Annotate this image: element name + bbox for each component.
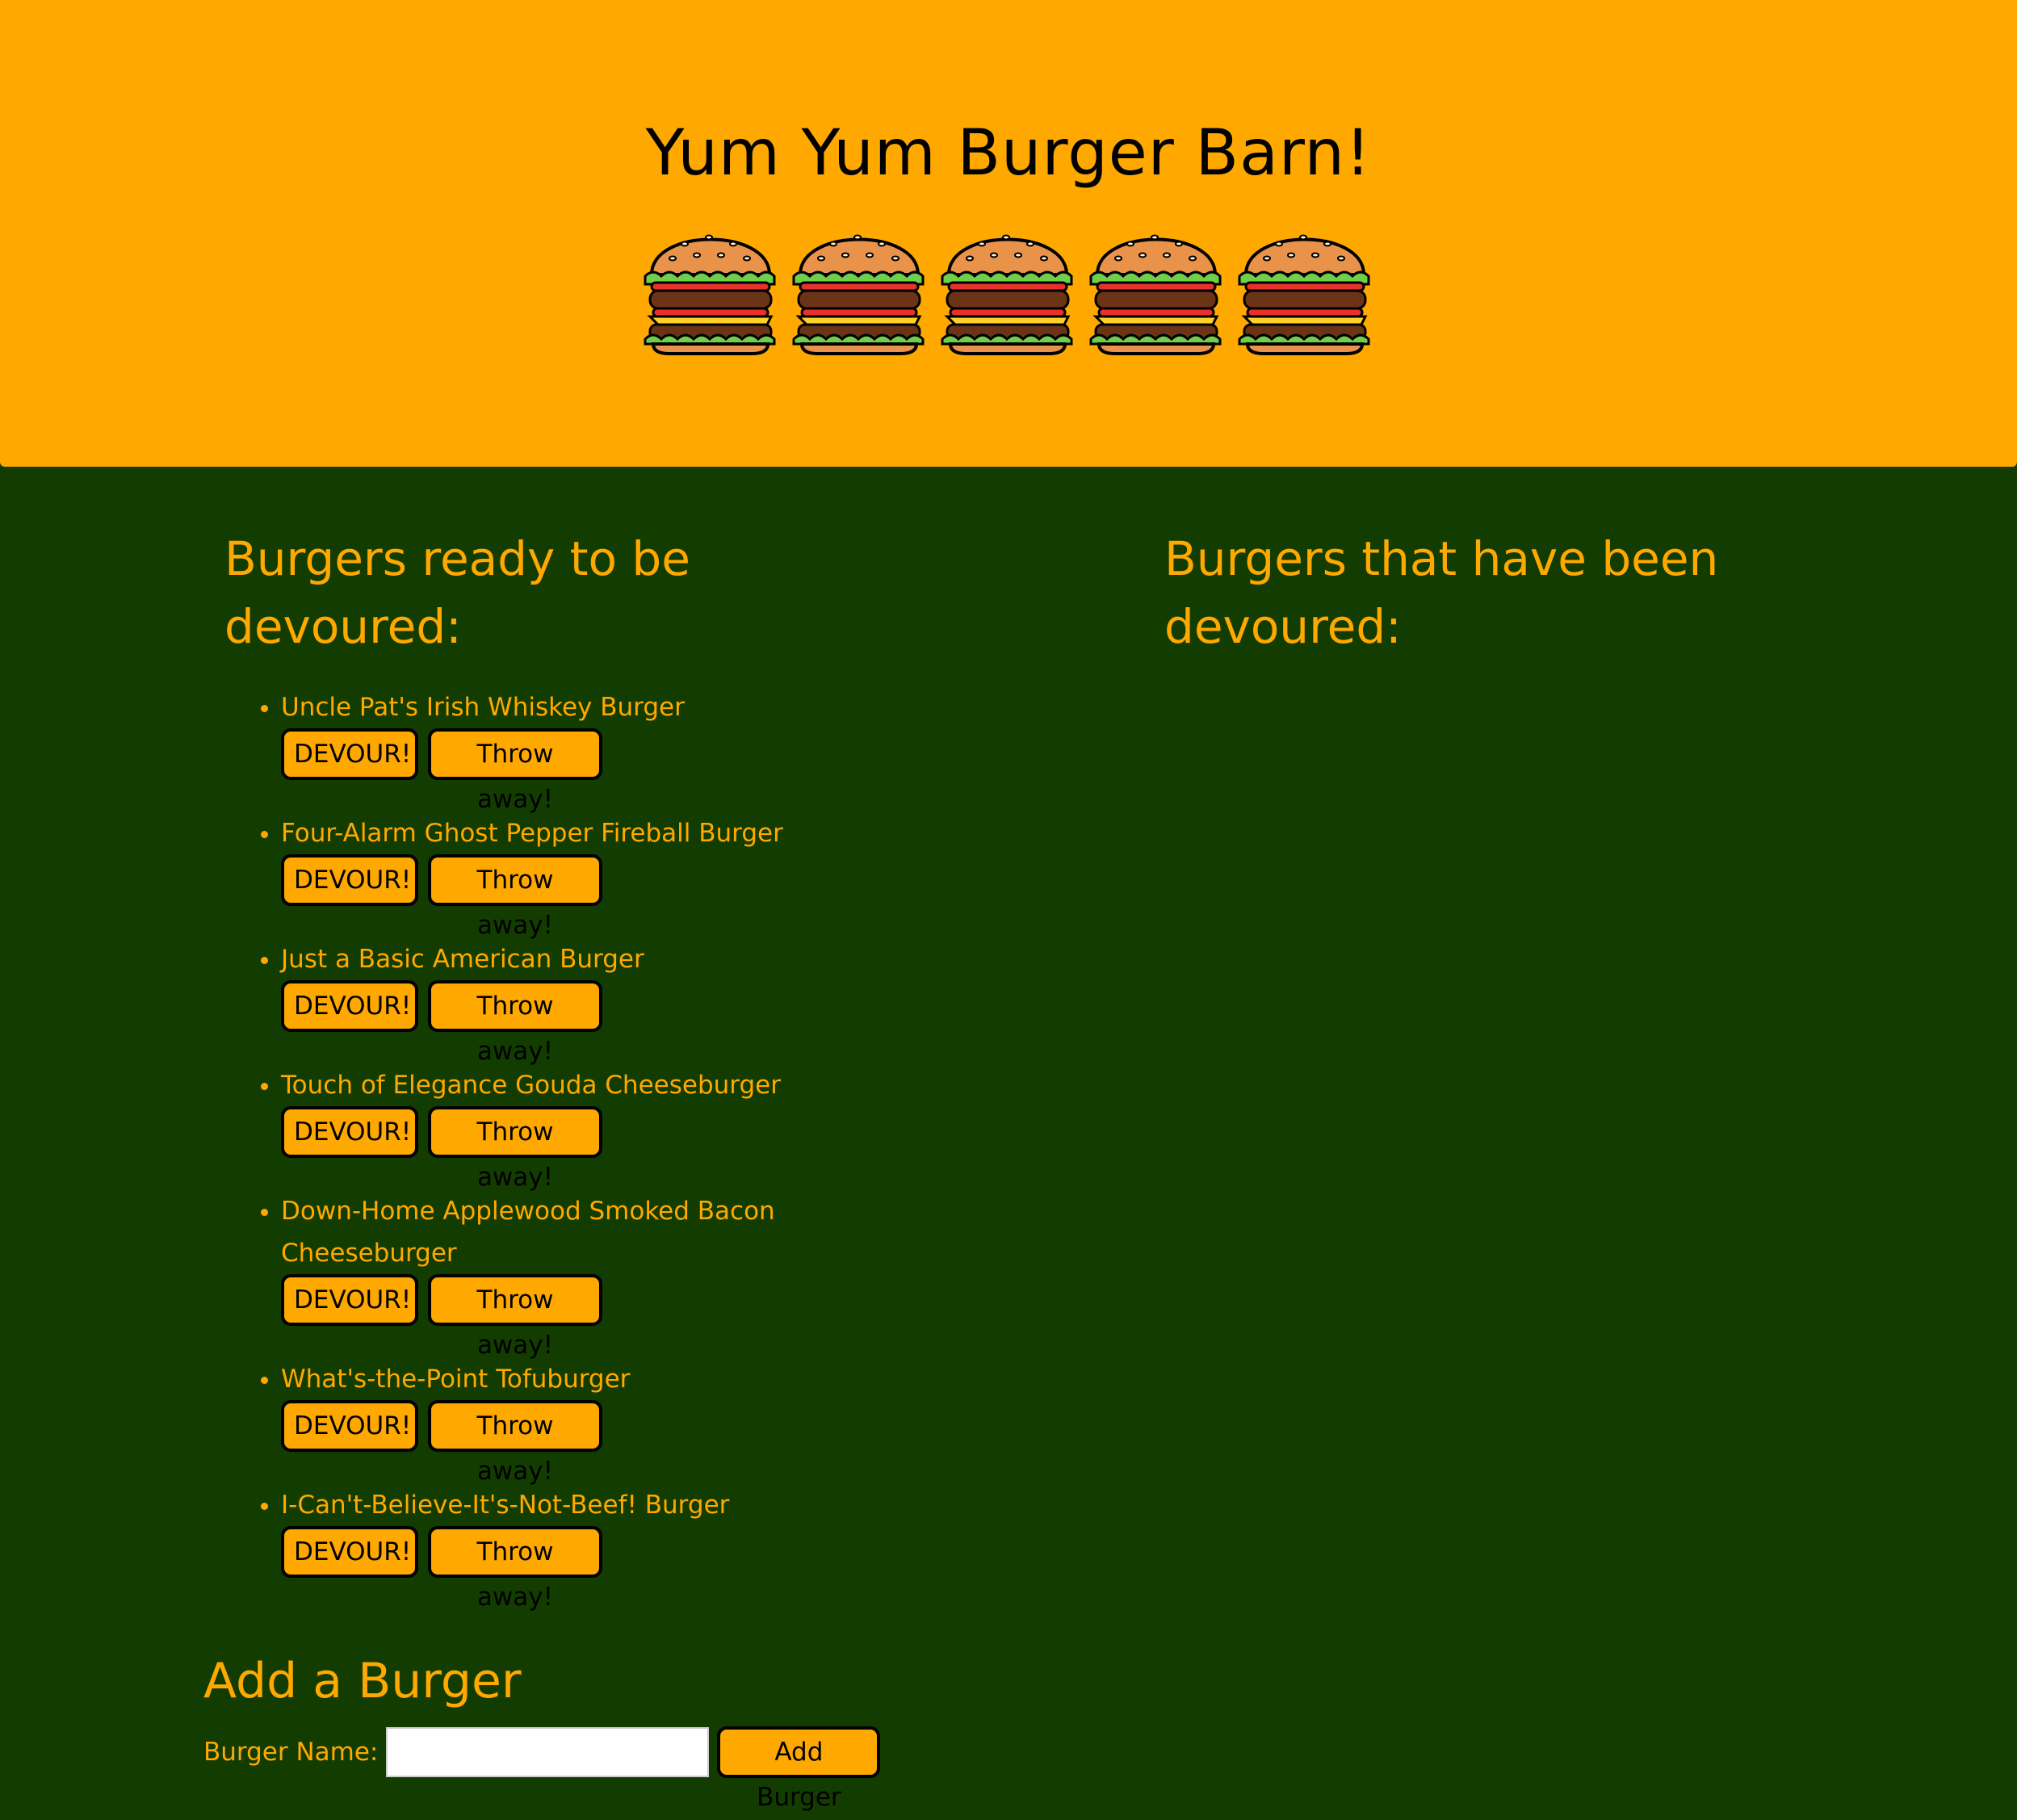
devour-button[interactable]: DEVOUR! [281,854,418,906]
devoured-column-title: Burgers that have been devoured: [1164,531,1719,654]
devour-button[interactable]: DEVOUR! [281,980,418,1032]
burger-list-item: Touch of Elegance Gouda Cheeseburger DEVO… [281,1064,943,1192]
burger-list-item: I-Can't-Believe-It's-Not-Beef! Burger DEV… [281,1484,943,1612]
burger-list-item: What's-the-Point Tofuburger DEVOUR!Throw … [281,1358,943,1486]
burger-name: Touch of Elegance Gouda Cheeseburger [281,1071,781,1100]
throw-away-button[interactable]: Throw away! [428,854,602,940]
burger-name: Down-Home Applewood Smoked Bacon Cheeseb… [281,1197,775,1268]
throw-away-button[interactable]: Throw away! [428,1106,602,1192]
burger-actions: DEVOUR! Throw away! [281,1526,943,1612]
devour-button[interactable]: DEVOUR! [281,1400,418,1452]
throw-away-button[interactable]: Throw away! [428,728,602,814]
burger-name-input[interactable] [386,1727,710,1777]
add-burger-form: Burger Name: Add Burger [203,1726,881,1812]
throw-away-button[interactable]: Throw away! [428,980,602,1066]
hamburger-icon [937,212,1078,355]
burger-actions: DEVOUR! Throw away! [281,854,943,940]
burger-list-item: Uncle Pat's Irish Whiskey Burger DEVOUR!T… [281,686,943,814]
throw-away-button[interactable]: Throw away! [428,1400,602,1486]
burger-name: I-Can't-Believe-It's-Not-Beef! Burger [281,1491,730,1520]
burger-name: Uncle Pat's Irish Whiskey Burger [281,693,685,722]
burger-actions: DEVOUR! Throw away! [281,728,943,814]
burger-list-item: Four-Alarm Ghost Pepper Fireball Burger D… [281,812,943,940]
devour-button[interactable]: DEVOUR! [281,728,418,780]
burger-name: Just a Basic American Burger [281,945,644,974]
header-banner: Yum Yum Burger Barn! [0,0,2017,467]
devour-button[interactable]: DEVOUR! [281,1274,418,1326]
hamburger-icon [789,212,929,355]
add-burger-title: Add a Burger [203,1653,522,1709]
hamburger-icon [1086,212,1227,355]
devour-button[interactable]: DEVOUR! [281,1526,418,1578]
burger-actions: DEVOUR! Throw away! [281,1106,943,1192]
burger-name-label: Burger Name: [203,1738,379,1767]
throw-away-button[interactable]: Throw away! [428,1526,602,1612]
throw-away-button[interactable]: Throw away! [428,1274,602,1360]
ready-column-title: Burgers ready to be devoured: [224,531,690,654]
hamburger-icon [640,212,781,355]
burger-actions: DEVOUR! Throw away! [281,1400,943,1486]
burger-icon-row [640,212,1375,355]
hamburger-icon [1235,212,1375,355]
burger-actions: DEVOUR! Throw away! [281,980,943,1066]
ready-burger-list: Uncle Pat's Irish Whiskey BurgerDEVOUR!T… [224,686,943,1612]
devour-button[interactable]: DEVOUR! [281,1106,418,1158]
site-title: Yum Yum Burger Barn! [645,117,1372,190]
burger-list-item: Down-Home Applewood Smoked Bacon Cheeseb… [281,1190,943,1360]
burger-actions: DEVOUR! Throw away! [281,1274,943,1360]
add-burger-button[interactable]: Add Burger [717,1726,881,1812]
burger-name: What's-the-Point Tofuburger [281,1365,631,1394]
burger-list-item: Just a Basic American Burger DEVOUR!Throw… [281,938,943,1066]
burger-name: Four-Alarm Ghost Pepper Fireball Burger [281,819,783,848]
